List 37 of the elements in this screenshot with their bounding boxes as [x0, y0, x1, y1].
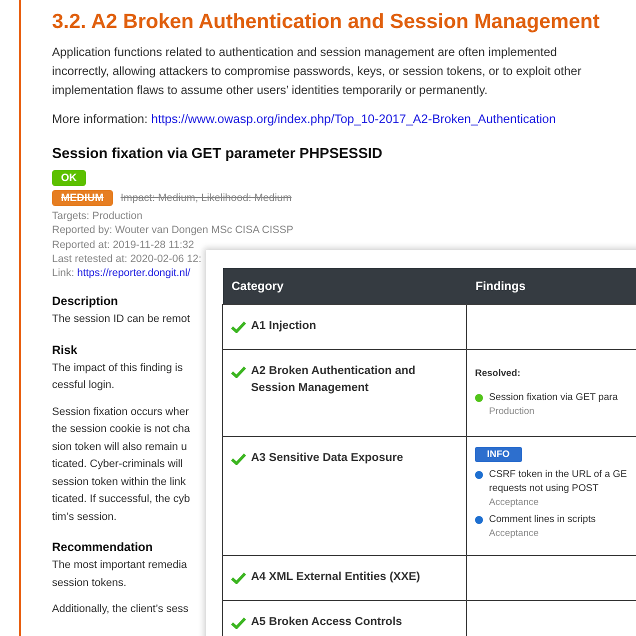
- body-paragraph: Session fixation occurs wher the session cookie is not cha sion token will also remain u ticated. Cyber-criminals will session token within the link ticated. If successful, the cyb tim’s session.: [52, 404, 190, 525]
- category-text: A3 Sensitive Data Exposure: [251, 451, 404, 466]
- category-text: A4 XML External Entities (XXE): [251, 570, 420, 585]
- finding-link[interactable]: Comment lines in scripts: [489, 513, 596, 527]
- impact-text: Impact: Medium, Likelihood: Medium: [120, 192, 292, 204]
- body-paragraph: Additionally, the client’s sess: [52, 602, 188, 618]
- section-title: 3.2. A2 Broken Authentication and Session Management: [52, 10, 601, 34]
- category-text: A2 Broken Authentication and Session Management: [251, 364, 416, 396]
- severity-badge: MEDIUM: [52, 190, 113, 206]
- finding-link[interactable]: Session fixation via GET para: [489, 391, 618, 405]
- subsection-heading: Recommendation: [52, 540, 153, 554]
- report-link[interactable]: https://reporter.dongit.nl/: [77, 267, 190, 280]
- target-text: Acceptance: [489, 496, 540, 509]
- meta-text: Reported at: 2019-11-28 11:32: [52, 238, 196, 252]
- meta-text: Targets: Production: [52, 209, 144, 224]
- column-header: Category: [222, 268, 466, 304]
- owasp-link[interactable]: https://www.owasp.org/index.php/Top_10-2017_A2-Broken_Authentication: [151, 112, 556, 126]
- finding-title: Session fixation via GET parameter PHPSESSID: [52, 146, 384, 162]
- info-badge: INFO: [475, 447, 522, 462]
- column-header: Findings: [466, 268, 636, 304]
- meta-text: Reported by: Wouter van Dongen MSc CISA CISSP: [52, 223, 294, 238]
- target-text: Production: [489, 405, 536, 418]
- subsection-heading: Description: [52, 294, 118, 308]
- finding-link[interactable]: CSRF token in the URL of a GE requests not using POST: [489, 468, 627, 496]
- more-info-label: More information:: [52, 112, 148, 126]
- status-badge: OK: [52, 170, 86, 186]
- intro-paragraph: Application functions related to authentication and session management are often implemented incorrectly, allowing attackers to compromise passwords, keys, or session tokens, or to exploit other implementation flaws to assume other users’ identities temporarily or permanently.: [52, 44, 582, 99]
- subsection-heading: Risk: [52, 342, 78, 357]
- category-text: A5 Broken Access Controls: [251, 615, 402, 630]
- category-text: A1 Injection: [251, 319, 316, 334]
- meta-text: Last retested at: 2020-02-06 12:: [52, 252, 202, 266]
- link-label: Link:: [52, 267, 74, 280]
- resolved-label: Resolved:: [475, 368, 522, 379]
- body-paragraph: The session ID can be remot: [52, 312, 190, 328]
- target-text: Acceptance: [489, 527, 540, 540]
- body-paragraph: The most important remedia session tokens.: [52, 558, 188, 591]
- body-paragraph: The impact of this finding is cessful login.: [52, 360, 183, 394]
